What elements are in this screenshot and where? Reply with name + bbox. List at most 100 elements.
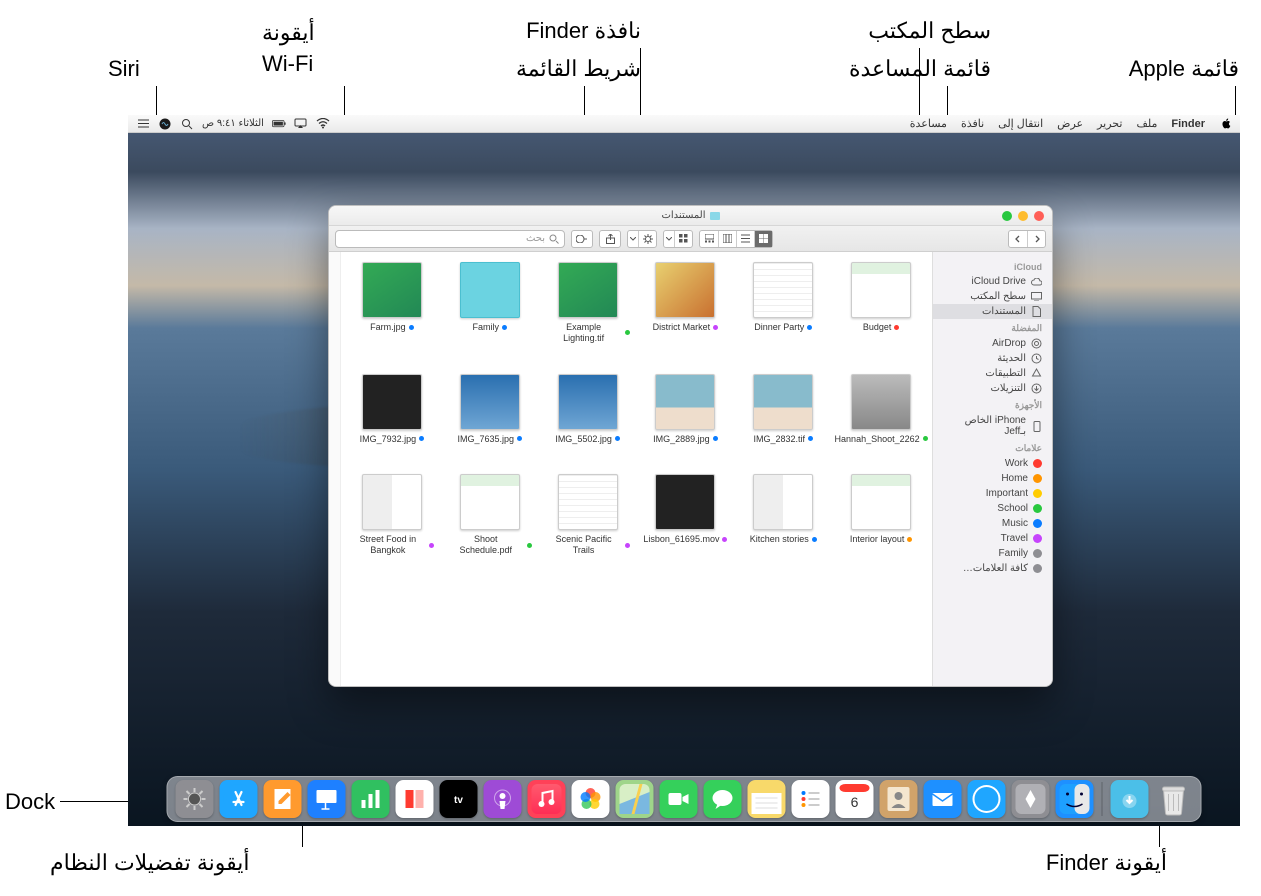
menu-view[interactable]: عرض [1057, 117, 1083, 130]
file-item[interactable]: IMG_7932.jpg [347, 374, 437, 445]
sidebar-item[interactable]: Music [933, 516, 1052, 531]
sidebar-item[interactable]: Important [933, 486, 1052, 501]
dock-safari[interactable] [968, 780, 1006, 818]
sidebar-item[interactable]: الحديثة [933, 351, 1052, 366]
airplay-icon[interactable] [294, 117, 308, 131]
back-button[interactable] [1027, 231, 1045, 247]
view-column-button[interactable] [718, 231, 736, 247]
menubar-clock[interactable]: الثلاثاء ٩:٤١ ص [202, 118, 264, 129]
file-thumbnail [655, 262, 715, 318]
sidebar-item[interactable]: Family [933, 546, 1052, 561]
sidebar-item[interactable]: المستندات [933, 304, 1052, 319]
file-item[interactable]: Budget [836, 262, 926, 344]
file-item[interactable]: Family [445, 262, 535, 344]
file-item[interactable]: District Market [641, 262, 731, 344]
notification-center-icon[interactable] [136, 117, 150, 131]
file-item[interactable]: IMG_2832.tif [738, 374, 828, 445]
file-item[interactable]: Interior layout [836, 474, 926, 556]
view-list-button[interactable] [736, 231, 754, 247]
forward-button[interactable] [1009, 231, 1027, 247]
titlebar[interactable]: المستندات [329, 206, 1052, 226]
dock-facetime[interactable] [660, 780, 698, 818]
menu-window[interactable]: نافذة [961, 117, 984, 130]
dock-mail[interactable] [924, 780, 962, 818]
file-item[interactable]: Hannah_Shoot_2262 [836, 374, 926, 445]
sidebar-item[interactable]: AirDrop [933, 336, 1052, 351]
file-item[interactable]: Example Lighting.tif [543, 262, 633, 344]
dock-calendar[interactable]: 6 [836, 780, 874, 818]
file-item[interactable]: Dinner Party [738, 262, 828, 344]
file-grid[interactable]: BudgetDinner PartyDistrict MarketExample… [341, 252, 932, 686]
file-item[interactable]: Lisbon_61695.mov [641, 474, 731, 556]
dock-launchpad[interactable] [1012, 780, 1050, 818]
dock-podcasts[interactable] [484, 780, 522, 818]
sidebar-item[interactable]: School [933, 501, 1052, 516]
file-item[interactable]: IMG_7635.jpg [445, 374, 535, 445]
file-item[interactable]: Shoot Schedule.pdf [445, 474, 535, 556]
scrollbar[interactable] [329, 252, 341, 686]
dock-pages[interactable] [264, 780, 302, 818]
callout-desktop: سطح المكتب [868, 18, 991, 44]
spotlight-icon[interactable] [180, 117, 194, 131]
tag-dot-icon [517, 436, 522, 441]
dock-downloads[interactable] [1111, 780, 1149, 818]
file-name: Shoot Schedule.pdf [447, 534, 524, 556]
dock-trash[interactable] [1155, 780, 1193, 818]
dock-messages[interactable] [704, 780, 742, 818]
sidebar-item[interactable]: Travel [933, 531, 1052, 546]
apple-menu-icon[interactable] [1220, 118, 1232, 130]
menu-edit[interactable]: تحرير [1097, 117, 1122, 130]
dock-numbers[interactable] [352, 780, 390, 818]
sidebar-item[interactable]: Work [933, 456, 1052, 471]
minimize-button[interactable] [1018, 211, 1028, 221]
dock-appstore[interactable] [220, 780, 258, 818]
dock-tv[interactable]: tv [440, 780, 478, 818]
menu-help[interactable]: مساعدة [910, 117, 947, 130]
share-button[interactable] [599, 230, 621, 248]
search-field[interactable]: بحث [335, 230, 565, 248]
file-item[interactable]: IMG_5502.jpg [543, 374, 633, 445]
file-item[interactable]: Kitchen stories [738, 474, 828, 556]
view-icon-button[interactable] [754, 231, 772, 247]
sidebar-item[interactable]: iCloud Drive [933, 274, 1052, 289]
app-name[interactable]: Finder [1171, 118, 1205, 130]
siri-icon[interactable] [158, 117, 172, 131]
file-item[interactable]: IMG_2889.jpg [641, 374, 731, 445]
close-button[interactable] [1034, 211, 1044, 221]
tag-dot-icon [1033, 519, 1042, 528]
dock-notes[interactable] [748, 780, 786, 818]
tags-button[interactable] [571, 230, 593, 248]
dock-reminders[interactable] [792, 780, 830, 818]
group-button[interactable] [674, 231, 692, 247]
dock-photos[interactable] [572, 780, 610, 818]
group-chevron[interactable] [664, 231, 674, 247]
menu-go[interactable]: انتقال إلى [998, 117, 1043, 130]
dock-keynote[interactable] [308, 780, 346, 818]
action-button[interactable] [638, 231, 656, 247]
file-name: Family [473, 322, 500, 333]
file-item[interactable]: Farm.jpg [347, 262, 437, 344]
dock-news[interactable] [396, 780, 434, 818]
dock-contacts[interactable] [880, 780, 918, 818]
sidebar-item[interactable]: التنزيلات [933, 381, 1052, 396]
sidebar-item[interactable]: iPhone الخاص بـJeff [933, 413, 1052, 439]
dock-music[interactable] [528, 780, 566, 818]
battery-icon[interactable] [272, 117, 286, 131]
view-gallery-button[interactable] [700, 231, 718, 247]
action-chevron[interactable] [628, 231, 638, 247]
desktop[interactable]: Finder ملف تحرير عرض انتقال إلى نافذة مس… [128, 115, 1240, 826]
file-item[interactable]: Scenic Pacific Trails [543, 474, 633, 556]
sidebar-item[interactable]: كافة العلامات… [933, 561, 1052, 576]
sidebar-item[interactable]: Home [933, 471, 1052, 486]
wifi-icon[interactable] [316, 117, 330, 131]
sidebar-item[interactable]: سطح المكتب [933, 289, 1052, 304]
sidebar-item-label: كافة العلامات… [963, 563, 1028, 574]
dock-maps[interactable] [616, 780, 654, 818]
tag-dot-icon [807, 325, 812, 330]
maximize-button[interactable] [1002, 211, 1012, 221]
menu-file[interactable]: ملف [1136, 117, 1157, 130]
dock-finder[interactable] [1056, 780, 1094, 818]
file-item[interactable]: Street Food in Bangkok [347, 474, 437, 556]
sidebar-item[interactable]: التطبيقات [933, 366, 1052, 381]
dock-system-preferences[interactable] [176, 780, 214, 818]
